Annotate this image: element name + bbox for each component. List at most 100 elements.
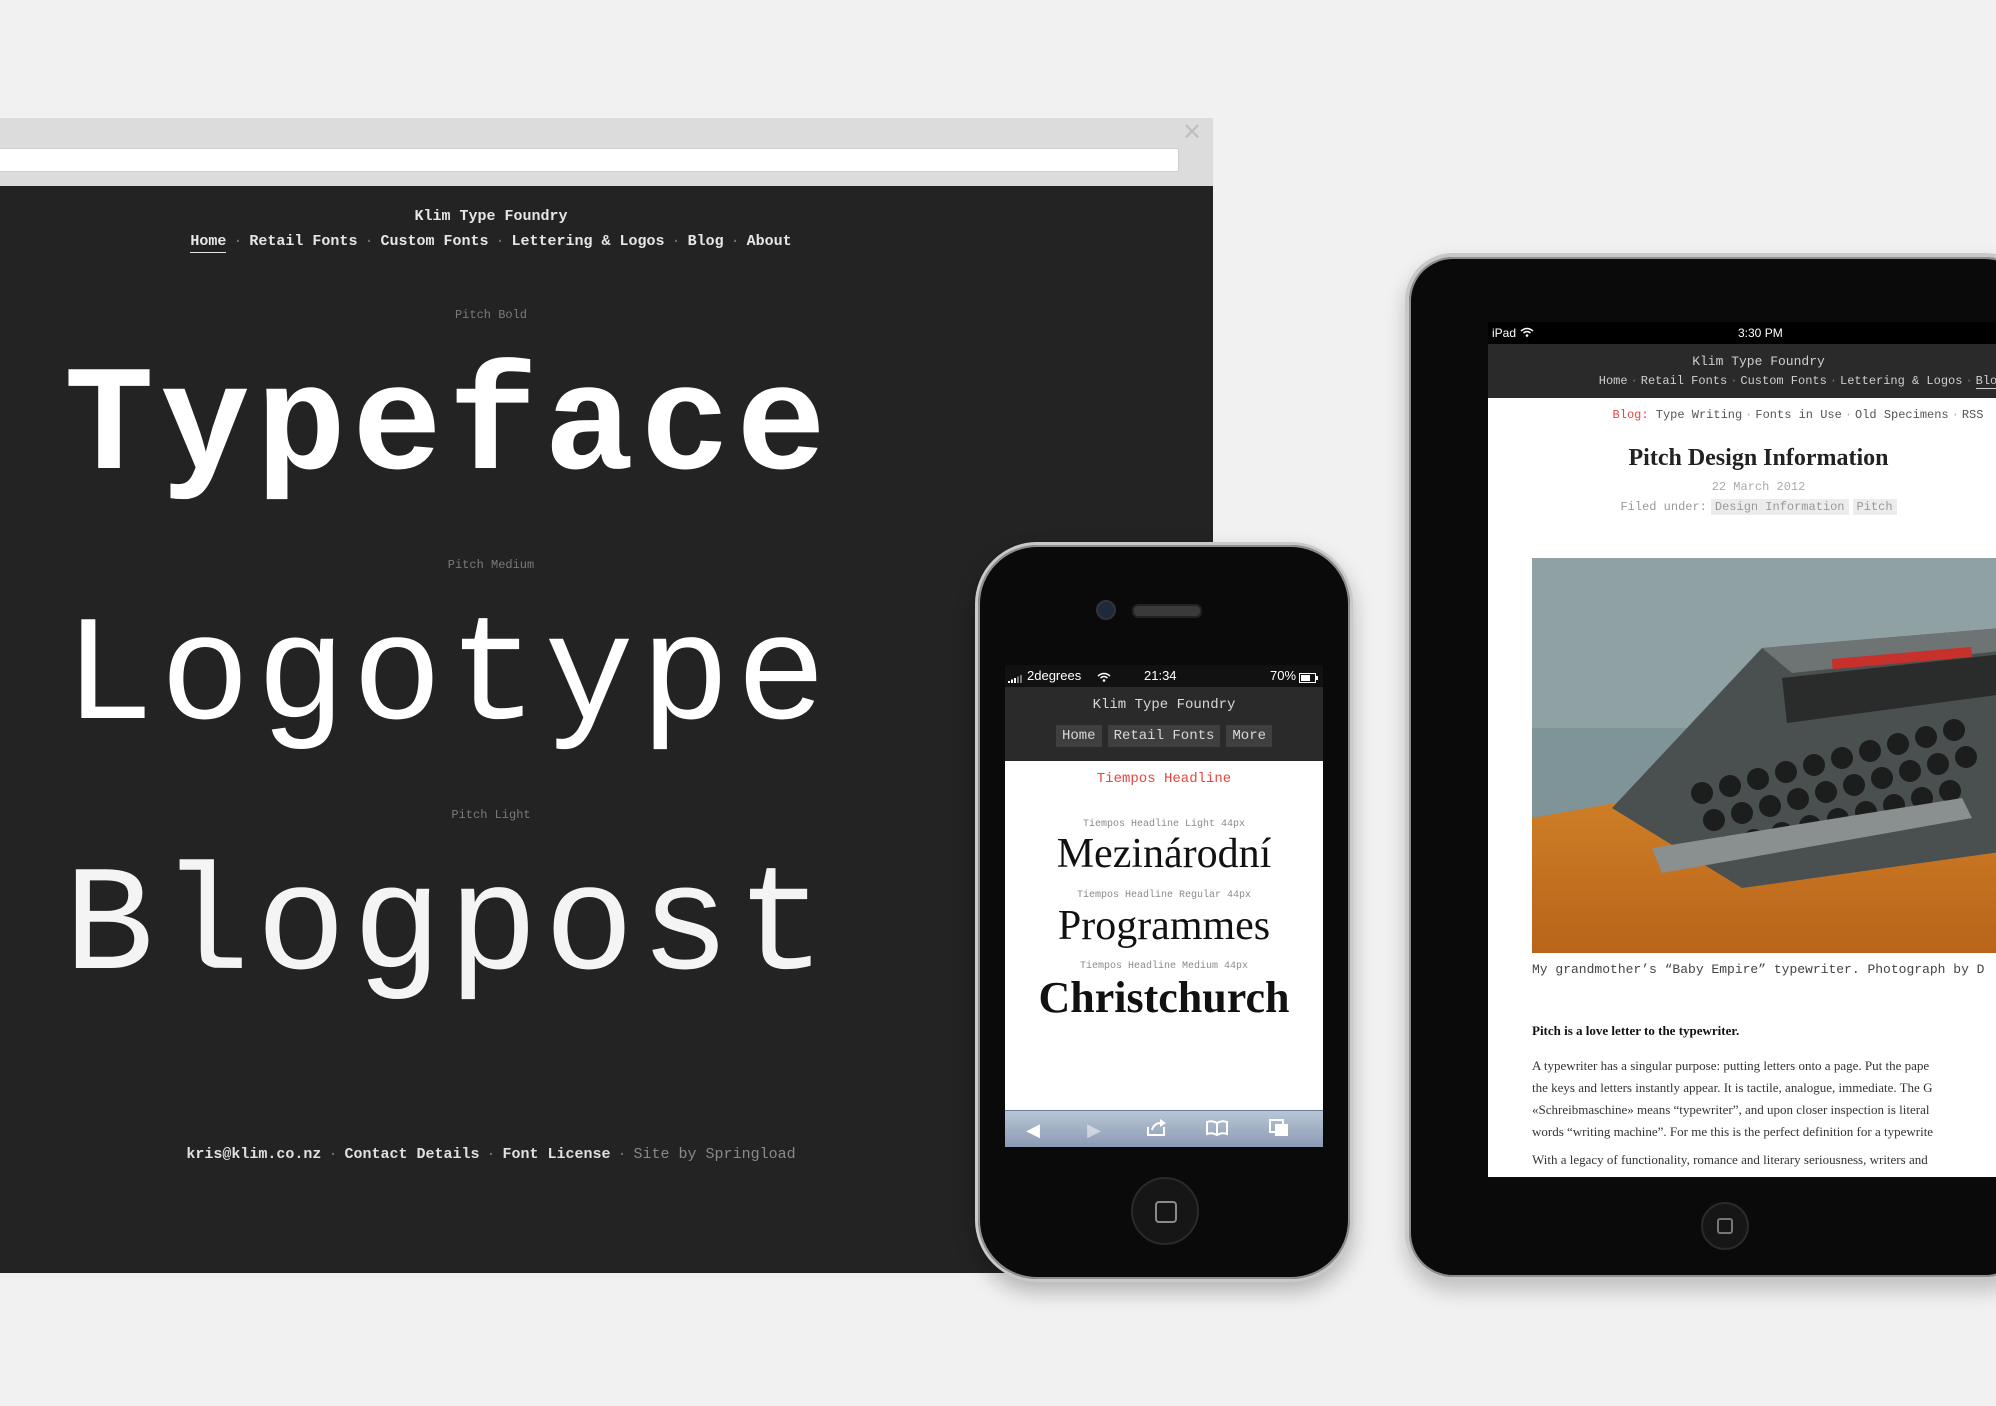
share-icon[interactable] bbox=[1142, 1119, 1170, 1141]
phone-device: 2degrees 21:34 70% Klim Type Foundry Hom… bbox=[975, 542, 1353, 1282]
blog-subnav: Blog: Type Writing · Fonts in Use · Old Spec… bbox=[1488, 408, 1996, 422]
tablet-status-bar: iPad 3:30 PM bbox=[1488, 322, 1996, 344]
tablet-screen: iPad 3:30 PM Klim Type Foundry Home · Reta… bbox=[1488, 322, 1996, 1177]
nav-custom-fonts[interactable]: Custom Fonts bbox=[380, 233, 488, 250]
body-line: the keys and letters instantly appear. I… bbox=[1532, 1080, 1933, 1095]
typewriter-photo bbox=[1532, 558, 1996, 953]
safari-toolbar: ◀ ▶ bbox=[1005, 1110, 1323, 1147]
address-bar[interactable] bbox=[0, 148, 1179, 172]
blog-nav-rss[interactable]: RSS bbox=[1962, 408, 1984, 422]
phone-status-bar: 2degrees 21:34 70% bbox=[1005, 665, 1323, 687]
site-title[interactable]: Klim Type Foundry bbox=[0, 208, 982, 225]
device-name: iPad bbox=[1492, 326, 1517, 340]
specimen-label-light: Tiempos Headline Light 44px bbox=[1082, 819, 1246, 830]
nav-separator: · bbox=[1844, 408, 1853, 422]
blog-nav-type-writing[interactable]: Type Writing bbox=[1656, 408, 1742, 422]
nav-home[interactable]: Home bbox=[1599, 374, 1628, 388]
footer-separator: · bbox=[328, 1146, 338, 1163]
close-icon[interactable]: ✕ bbox=[1181, 120, 1203, 144]
nav-separator: · bbox=[1829, 374, 1838, 388]
footer-credit[interactable]: Site by Springload bbox=[634, 1146, 796, 1163]
nav-separator: · bbox=[1730, 374, 1738, 388]
site-title[interactable]: Klim Type Foundry bbox=[1005, 697, 1323, 713]
body-line: A typewriter has a singular purpose: put… bbox=[1532, 1058, 1930, 1073]
tag-design-information[interactable]: Design Information bbox=[1710, 499, 1849, 515]
nav-separator: · bbox=[1951, 408, 1959, 422]
tag-pitch[interactable]: Pitch bbox=[1852, 499, 1897, 515]
post-tags: Filed under: Design Information Pitch bbox=[1488, 499, 1996, 515]
nav-more[interactable]: More bbox=[1226, 725, 1273, 747]
blog-label: Blog: bbox=[1612, 408, 1649, 422]
nav-separator: · bbox=[233, 233, 243, 250]
nav-separator: · bbox=[730, 233, 740, 250]
nav-retail-fonts[interactable]: Retail Fonts bbox=[249, 233, 357, 250]
nav-blog[interactable]: Blog bbox=[688, 233, 724, 250]
nav-custom-fonts[interactable]: Custom Fonts bbox=[1740, 374, 1826, 388]
specimen-label-medium: Tiempos Headline Medium 44px bbox=[1079, 961, 1249, 972]
font-family-heading: Tiempos Headline bbox=[1096, 771, 1232, 787]
specimen-label-bold: Pitch Bold bbox=[454, 308, 527, 322]
battery-percent: 70% bbox=[1270, 668, 1297, 683]
post-lead: Pitch is a love letter to the typewriter… bbox=[1532, 1023, 1740, 1038]
signal-icon bbox=[1008, 671, 1024, 686]
nav-retail-fonts[interactable]: Retail Fonts bbox=[1107, 725, 1221, 747]
footer-email[interactable]: kris@klim.co.nz bbox=[186, 1146, 321, 1163]
nav-separator: · bbox=[1745, 408, 1753, 422]
specimen-regular: Programmes bbox=[1057, 903, 1271, 949]
blog-nav-fonts-in-use[interactable]: Fonts in Use bbox=[1755, 408, 1841, 422]
specimen-label-regular: Tiempos Headline Regular 44px bbox=[1076, 890, 1252, 901]
phone-screen: 2degrees 21:34 70% Klim Type Foundry Hom… bbox=[1005, 665, 1323, 1147]
nav-retail-fonts[interactable]: Retail Fonts bbox=[1641, 374, 1727, 388]
phone-home-button[interactable] bbox=[1131, 1177, 1199, 1245]
front-camera bbox=[1096, 600, 1116, 620]
tablet-device: iPad 3:30 PM Klim Type Foundry Home · Reta… bbox=[1405, 253, 1996, 1281]
nav-separator: · bbox=[364, 233, 374, 250]
status-time: 3:30 PM bbox=[1738, 326, 1783, 340]
nav-blog[interactable]: Blo bbox=[1975, 374, 1996, 389]
main-nav: Home · Retail Fonts · Custom Fonts · Lettering… bbox=[0, 233, 982, 253]
site-title[interactable]: Klim Type Foundry bbox=[1488, 354, 1996, 369]
footer-contact-link[interactable]: Contact Details bbox=[344, 1146, 479, 1163]
earpiece-speaker bbox=[1132, 604, 1202, 618]
nav-home[interactable]: Home bbox=[190, 233, 227, 253]
browser-chrome: ✕ bbox=[0, 118, 1213, 186]
main-nav: Home · Retail Fonts · Custom Fonts · Lettering… bbox=[1488, 374, 1996, 389]
site-footer: kris@klim.co.nz · Contact Details · Font Lic… bbox=[0, 1146, 982, 1163]
phone-site-header: Klim Type Foundry Home Retail Fonts More bbox=[1005, 687, 1323, 761]
post-body-paragraph-2: With a legacy of functionality, romance … bbox=[1532, 1152, 1928, 1167]
footer-separator: · bbox=[617, 1146, 627, 1163]
nav-separator: · bbox=[671, 233, 681, 250]
nav-home[interactable]: Home bbox=[1055, 725, 1102, 747]
main-nav: Home Retail Fonts More bbox=[1005, 725, 1323, 747]
post-title: Pitch Design Information bbox=[1628, 445, 1889, 471]
carrier-name: 2degrees bbox=[1027, 668, 1082, 683]
specimen-label-medium: Pitch Medium bbox=[447, 558, 535, 572]
home-square-icon bbox=[1717, 1218, 1733, 1234]
battery-icon bbox=[1299, 671, 1319, 686]
status-time: 21:34 bbox=[1144, 668, 1177, 683]
post-body: A typewriter has a singular purpose: put… bbox=[1532, 1055, 1996, 1143]
nav-separator: · bbox=[1965, 374, 1973, 388]
nav-lettering-logos[interactable]: Lettering & Logos bbox=[512, 233, 665, 250]
specimen-light: Mezinárodní bbox=[1056, 831, 1272, 877]
forward-icon[interactable]: ▶ bbox=[1080, 1119, 1108, 1141]
tablet-site-header: Klim Type Foundry Home · Retail Fonts · Cust… bbox=[1488, 344, 1996, 398]
blog-nav-old-specimens[interactable]: Old Specimens bbox=[1855, 408, 1949, 422]
page: { "desktop": { "close_glyph": "✕", "site… bbox=[0, 0, 1996, 1406]
filed-under-label: Filed under: bbox=[1620, 500, 1707, 514]
specimen-label-light: Pitch Light bbox=[451, 808, 531, 822]
nav-separator: · bbox=[495, 233, 505, 250]
tablet-home-button[interactable] bbox=[1701, 1202, 1749, 1250]
specimen-bold: Typeface bbox=[64, 344, 833, 514]
footer-license-link[interactable]: Font License bbox=[503, 1146, 611, 1163]
wifi-icon bbox=[1097, 670, 1111, 685]
post-date: 22 March 2012 bbox=[1711, 480, 1806, 494]
home-square-icon bbox=[1155, 1201, 1177, 1223]
back-icon[interactable]: ◀ bbox=[1019, 1119, 1047, 1141]
nav-about[interactable]: About bbox=[747, 233, 792, 250]
footer-separator: · bbox=[486, 1146, 496, 1163]
nav-separator: · bbox=[1630, 374, 1638, 388]
bookmarks-icon[interactable] bbox=[1203, 1119, 1231, 1141]
nav-lettering-logos[interactable]: Lettering & Logos bbox=[1840, 374, 1962, 388]
tabs-icon[interactable] bbox=[1265, 1119, 1293, 1141]
